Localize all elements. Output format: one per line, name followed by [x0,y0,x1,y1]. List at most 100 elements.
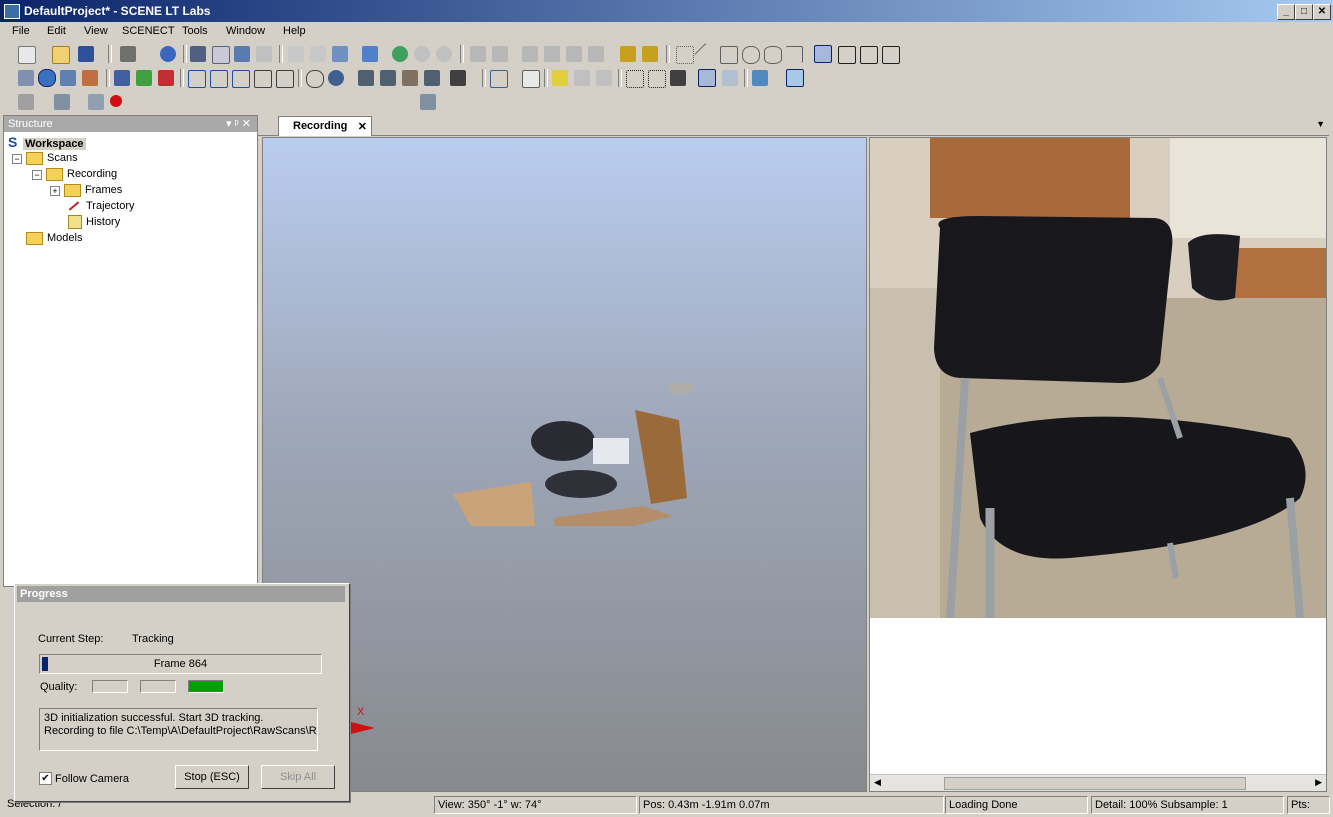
tool-icon-a[interactable] [470,46,486,62]
scan-icon-3[interactable] [402,70,418,86]
cube-left-icon[interactable] [232,70,250,88]
snapshot-icon[interactable] [420,94,436,110]
scroll-left-icon[interactable]: ◀ [874,777,881,788]
ellipse-select-icon[interactable] [764,46,782,64]
cube-back-icon[interactable] [210,70,228,88]
tree-item-scans[interactable]: Scans [26,150,78,166]
scan-icon-2[interactable] [380,70,396,86]
cube-right-icon[interactable] [254,70,272,88]
line-icon[interactable] [694,42,718,67]
flag-icon-2[interactable] [574,70,590,86]
cube-top-icon[interactable] [276,70,294,88]
device-icon[interactable] [450,70,466,86]
red-arrow-icon[interactable] [158,70,174,86]
menu-scenect[interactable]: SCENECT [122,25,175,37]
menu-tools[interactable]: Tools [182,25,208,37]
camera-icon[interactable] [88,94,104,110]
tool-icon-d[interactable] [544,46,560,62]
window-split-icon[interactable] [882,46,900,64]
tree-item-history[interactable]: History [68,214,120,230]
maximize-button[interactable]: □ [1295,4,1313,20]
tool-icon-f[interactable] [588,46,604,62]
storage-icon[interactable] [54,94,70,110]
3d-view-icon[interactable] [212,46,230,64]
points-sparse-icon[interactable] [626,70,644,88]
3d-view[interactable]: X [262,137,867,792]
window-mode-icon[interactable] [814,45,832,63]
grid-icon[interactable] [490,70,508,88]
ruler-icon[interactable] [620,46,636,62]
cloud-icon-2[interactable] [436,46,452,62]
document-icon[interactable] [522,70,540,88]
scroll-right-icon[interactable]: ▶ [1315,777,1322,788]
rect-select-icon[interactable] [676,46,694,64]
tree-item-recording[interactable]: Recording [46,166,117,182]
menu-help[interactable]: Help [283,25,306,37]
follow-camera-checkbox[interactable]: ✔ [39,772,52,785]
tree-item-models[interactable]: Models [26,230,82,246]
globe-icon[interactable] [38,69,56,87]
help-icon[interactable] [160,46,176,62]
points-dense-icon[interactable] [670,70,686,86]
cloud-green-icon[interactable] [392,46,408,62]
menu-view[interactable]: View [84,25,108,37]
camera-horizontal-scrollbar[interactable]: ◀ ▶ [870,774,1326,791]
eye-icon[interactable] [328,70,344,86]
menu-window[interactable]: Window [226,25,265,37]
image-icon[interactable] [722,70,738,86]
scan-icon-4[interactable] [424,70,440,86]
green-arrow-icon[interactable] [136,70,152,86]
import-icon[interactable] [332,46,348,62]
tree-item-workspace[interactable]: S Workspace [8,134,86,150]
cube-front-icon[interactable] [188,70,206,88]
points-full-icon[interactable] [698,69,716,87]
cloud-icon[interactable] [414,46,430,62]
disabled-tool-icon[interactable] [256,46,272,62]
home-icon[interactable] [234,46,250,62]
collapse-recording-toggle[interactable]: − [32,170,42,180]
collapse-scans-toggle[interactable]: − [12,154,22,164]
points-medium-icon[interactable] [648,70,666,88]
panel-controls[interactable]: ▾ ᵖ ✕ [226,116,251,132]
menu-file[interactable]: File [12,25,30,37]
save-icon[interactable] [78,46,94,62]
check-icon[interactable] [596,70,612,86]
print-icon[interactable] [120,46,136,62]
ruler-icon-2[interactable] [642,46,658,62]
open-project-icon[interactable] [52,46,70,64]
scroll-thumb[interactable] [944,777,1246,790]
menu-edit[interactable]: Edit [47,25,66,37]
circle-select-icon[interactable] [742,46,760,64]
zoom-icon[interactable] [306,70,324,88]
flag-icon[interactable] [552,70,568,86]
view-icon[interactable] [190,46,206,62]
window-tile-icon[interactable] [860,46,878,64]
tab-recording[interactable]: Recording ✕ [278,116,372,136]
calendar-icon[interactable] [362,46,378,62]
window-cascade-icon[interactable] [838,46,856,64]
expand-frames-toggle[interactable]: + [50,186,60,196]
tree-item-trajectory[interactable]: Trajectory [68,198,135,214]
polygon-select-icon[interactable] [720,46,738,64]
new-project-icon[interactable] [18,46,36,64]
tool-icon-e[interactable] [566,46,582,62]
navigate-icon[interactable] [18,70,34,86]
tool-icon-b[interactable] [492,46,508,62]
up-arrow-icon[interactable] [114,70,130,86]
corner-icon[interactable] [786,46,803,63]
close-button[interactable]: ✕ [1313,4,1331,20]
paste-icon[interactable] [310,46,326,62]
tree-item-frames[interactable]: Frames [64,182,122,198]
copy-icon[interactable] [288,46,304,62]
tool-icon-c[interactable] [522,46,538,62]
hand-icon[interactable] [82,70,98,86]
walk-icon[interactable] [60,70,76,86]
minimize-button[interactable]: _ [1277,4,1295,20]
tab-dropdown-icon[interactable]: ▼ [1316,119,1325,129]
stop-button[interactable]: Stop (ESC) [175,765,249,789]
skip-all-button[interactable]: Skip All [261,765,335,789]
tab-close-icon[interactable]: ✕ [358,120,367,133]
record-icon[interactable] [110,95,122,107]
box-icon[interactable] [752,70,768,86]
camera-view[interactable]: ◀ ▶ [869,137,1327,792]
